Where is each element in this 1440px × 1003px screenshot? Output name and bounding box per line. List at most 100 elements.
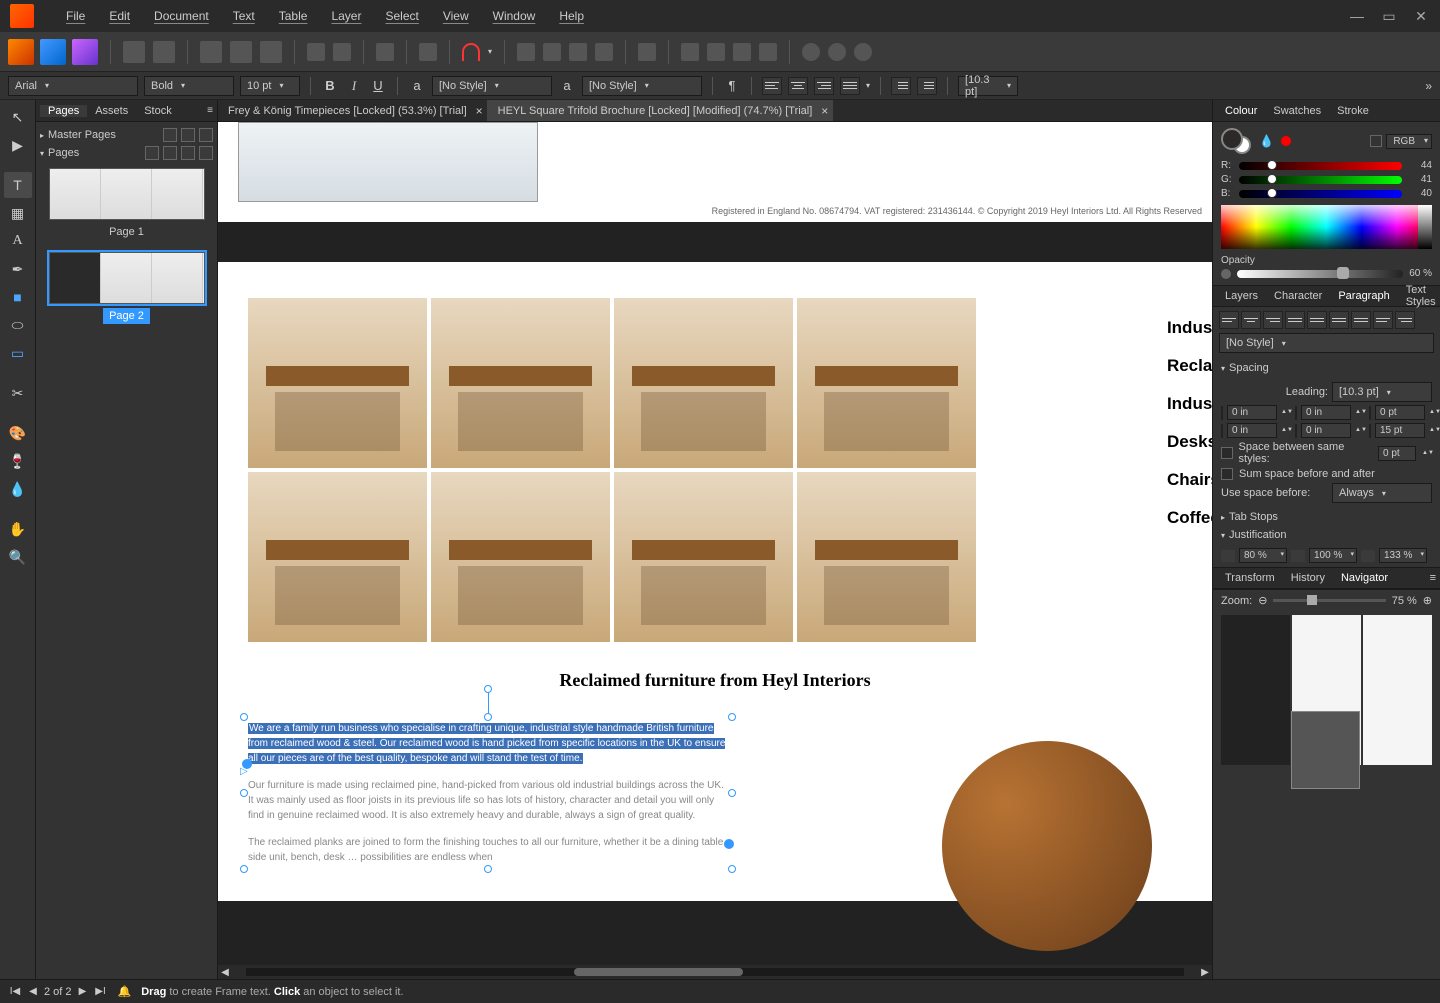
document-tab[interactable]: Frey & König Timepieces [Locked] (53.3%)… xyxy=(218,100,488,121)
grid-image[interactable] xyxy=(248,298,427,468)
zoom-out-button[interactable]: ⊖ xyxy=(1258,594,1267,607)
align-left-icon[interactable] xyxy=(762,77,782,95)
window-close[interactable]: ✕ xyxy=(1414,9,1428,23)
last-page-button[interactable]: ▶I xyxy=(94,985,108,999)
first-line-indent-input[interactable] xyxy=(1227,423,1277,438)
align-right-icon[interactable] xyxy=(814,77,834,95)
rectangle-tool[interactable]: ■ xyxy=(4,284,32,310)
section-justification[interactable]: Justification xyxy=(1213,526,1440,544)
grid-image[interactable] xyxy=(797,298,976,468)
resize-handle[interactable] xyxy=(728,865,736,873)
text-flow-out-icon[interactable] xyxy=(724,839,734,849)
circular-image[interactable] xyxy=(942,741,1152,951)
spread-icon[interactable] xyxy=(181,146,195,160)
zoom-slider[interactable] xyxy=(1273,599,1385,602)
eyedropper-icon[interactable]: 💧 xyxy=(1259,134,1273,148)
menu-window[interactable]: Window xyxy=(481,9,548,23)
para-align-center[interactable] xyxy=(1241,311,1261,329)
first-page-button[interactable]: I◀ xyxy=(8,985,22,999)
toolbar-button[interactable] xyxy=(376,43,394,61)
tab-stroke[interactable]: Stroke xyxy=(1329,105,1377,117)
snapping-icon[interactable] xyxy=(462,43,480,61)
leading-dropdown[interactable]: [10.3 pt] xyxy=(958,76,1018,96)
master-pages-section[interactable]: Master Pages xyxy=(48,129,116,141)
resize-handle[interactable] xyxy=(484,713,492,721)
pages-icon[interactable] xyxy=(181,128,195,142)
geometry-intersect-icon[interactable] xyxy=(854,43,872,61)
green-value[interactable]: 41 xyxy=(1408,174,1432,185)
scroll-right-icon[interactable]: ▶ xyxy=(1198,965,1212,979)
pages-section-label[interactable]: Pages xyxy=(48,147,79,159)
right-indent-input[interactable] xyxy=(1301,405,1351,420)
pilcrow-icon[interactable]: ¶ xyxy=(723,77,741,95)
list-number-icon[interactable] xyxy=(917,77,937,95)
navigator-viewport[interactable] xyxy=(1291,711,1361,789)
page-thumb-1[interactable] xyxy=(49,168,205,220)
window-maximize[interactable]: ▭ xyxy=(1382,9,1396,23)
horizontal-scrollbar[interactable] xyxy=(246,968,1184,976)
colour-picker-tool[interactable]: 💧 xyxy=(4,476,32,502)
para-justify-right[interactable] xyxy=(1329,311,1349,329)
use-space-before-dropdown[interactable]: Always xyxy=(1332,483,1432,503)
align-justify-icon[interactable] xyxy=(840,77,860,95)
leading-value[interactable]: [10.3 pt] xyxy=(1332,382,1432,402)
para-align-towards[interactable] xyxy=(1373,311,1393,329)
page-thumb-2[interactable] xyxy=(49,252,205,304)
next-page-button[interactable]: ▶ xyxy=(76,985,90,999)
same-styles-value[interactable] xyxy=(1378,446,1416,461)
para-style-selector[interactable]: [No Style] xyxy=(1219,333,1434,353)
tab-navigator[interactable]: Navigator xyxy=(1333,572,1396,584)
section-spacing[interactable]: Spacing xyxy=(1213,359,1440,377)
navigator-preview[interactable] xyxy=(1221,615,1432,765)
document-tab-active[interactable]: HEYL Square Trifold Brochure [Locked] [M… xyxy=(488,100,834,121)
grid-image[interactable] xyxy=(431,298,610,468)
grid-image[interactable] xyxy=(614,298,793,468)
bold-button[interactable]: B xyxy=(321,77,339,95)
menu-edit[interactable]: Edit xyxy=(97,9,142,23)
toolbar-button[interactable] xyxy=(123,41,145,63)
italic-button[interactable]: I xyxy=(345,77,363,95)
notification-icon[interactable]: 🔔 xyxy=(118,985,132,998)
resize-handle[interactable] xyxy=(240,713,248,721)
red-value[interactable]: 44 xyxy=(1408,160,1432,171)
table-tool[interactable]: ▦ xyxy=(4,200,32,226)
para-justify-left[interactable] xyxy=(1285,311,1305,329)
menu-table[interactable]: Table xyxy=(267,9,320,23)
toolbar-button[interactable] xyxy=(153,41,175,63)
frame-text-tool[interactable]: T xyxy=(4,172,32,198)
toolbar-button[interactable] xyxy=(260,41,282,63)
pen-tool[interactable]: ✒ xyxy=(4,256,32,282)
arrange-icon[interactable] xyxy=(543,43,561,61)
zoom-in-button[interactable]: ⊕ xyxy=(1423,594,1432,607)
panel-menu-icon[interactable]: ≡ xyxy=(207,105,213,116)
lock-icon[interactable] xyxy=(1370,135,1382,147)
canvas[interactable]: Registered in England No. 08674794. VAT … xyxy=(218,122,1212,979)
picture-frame-tool[interactable]: ▭ xyxy=(4,340,32,366)
tab-text-styles[interactable]: Text Styles xyxy=(1398,284,1440,308)
transparency-tool[interactable]: 🍷 xyxy=(4,448,32,474)
resize-handle[interactable] xyxy=(240,865,248,873)
sum-space-checkbox[interactable] xyxy=(1221,468,1233,480)
panel-menu-icon[interactable]: ≡ xyxy=(1430,572,1436,584)
section-tab-stops[interactable]: Tab Stops xyxy=(1213,508,1440,526)
tab-transform[interactable]: Transform xyxy=(1217,572,1283,584)
font-family-dropdown[interactable]: Arial xyxy=(8,76,138,96)
resize-handle[interactable] xyxy=(240,789,248,797)
space-before-input[interactable] xyxy=(1375,405,1425,420)
menu-help[interactable]: Help xyxy=(547,9,596,23)
resize-handle[interactable] xyxy=(484,865,492,873)
toolbar-button[interactable] xyxy=(200,41,222,63)
pan-tool[interactable]: ✋ xyxy=(4,516,32,542)
resize-handle[interactable] xyxy=(728,789,736,797)
menu-text[interactable]: Text xyxy=(221,9,267,23)
spread-icon[interactable] xyxy=(163,146,177,160)
last-line-indent-input[interactable] xyxy=(1301,423,1351,438)
space-after-input[interactable] xyxy=(1375,423,1425,438)
arrange-icon[interactable] xyxy=(595,43,613,61)
para-align-left[interactable] xyxy=(1219,311,1239,329)
grid-image[interactable] xyxy=(431,472,610,642)
underline-button[interactable]: U xyxy=(369,77,387,95)
tab-pages[interactable]: Pages xyxy=(40,105,87,117)
menu-file[interactable]: File xyxy=(54,9,97,23)
rotate-ccw-icon[interactable] xyxy=(733,43,751,61)
